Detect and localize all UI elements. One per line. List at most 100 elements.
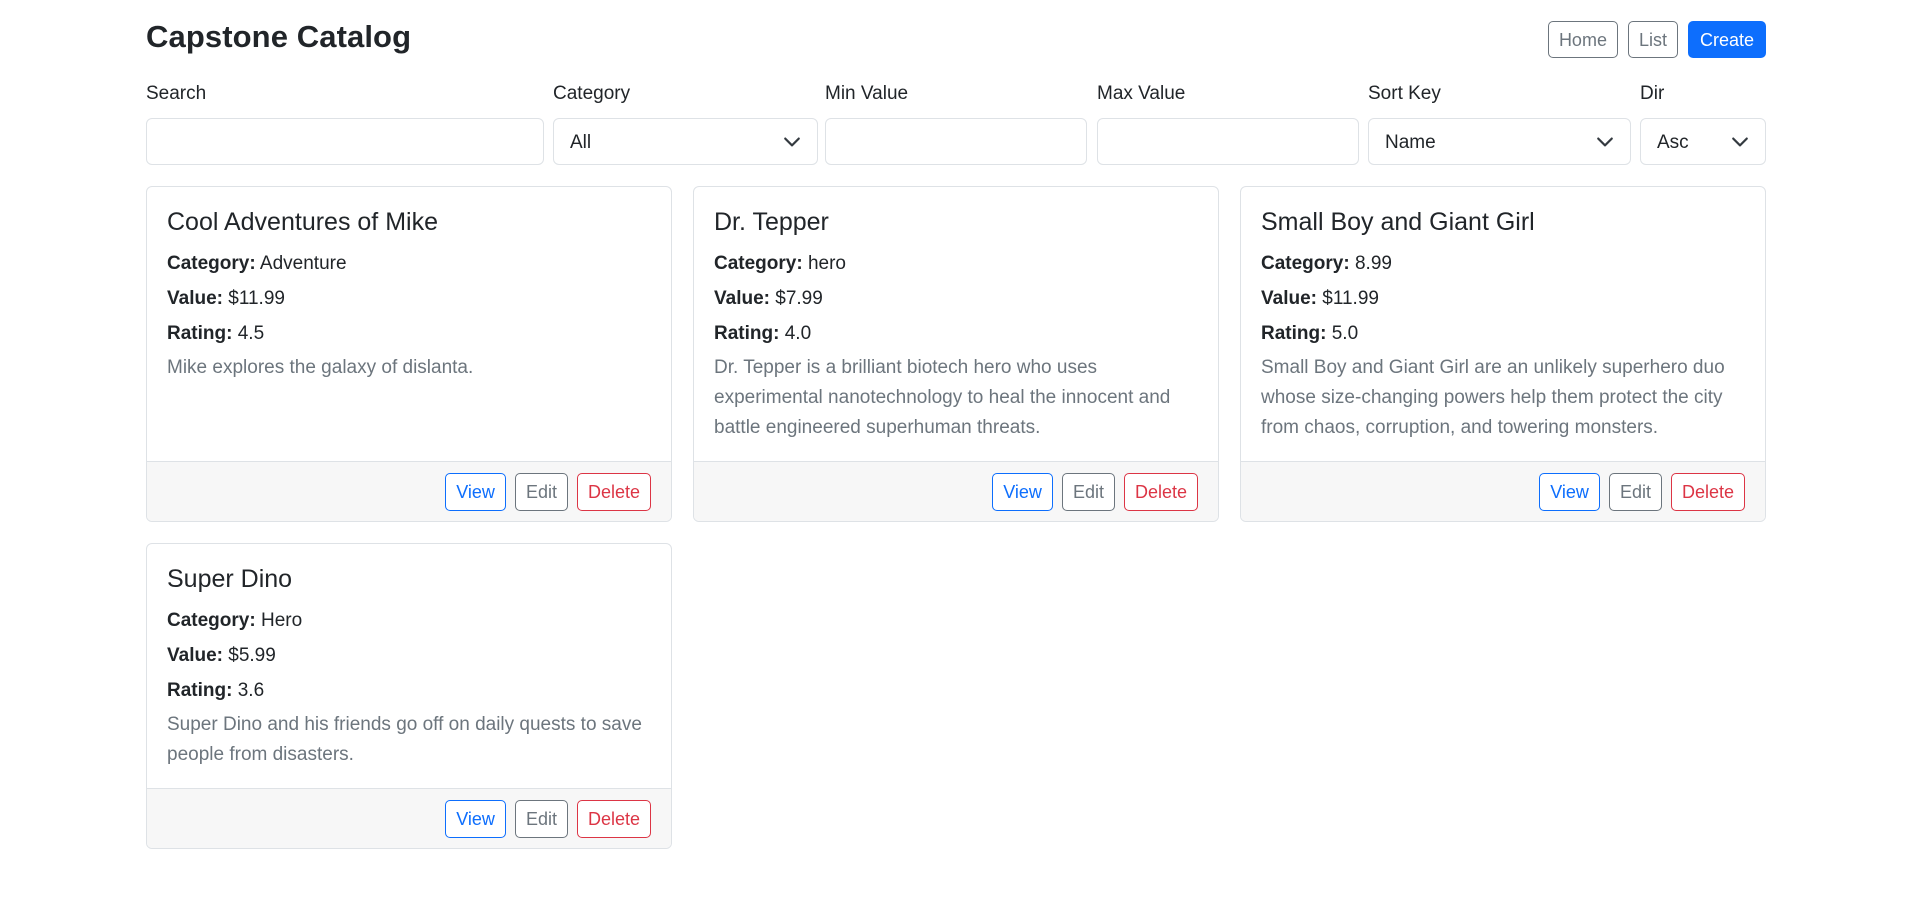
card-rating: Rating: 4.5 [167, 316, 651, 351]
price-value: $11.99 [1322, 288, 1379, 309]
sort-key-field: Sort Key Name [1368, 82, 1631, 165]
category-label: Category [553, 83, 631, 104]
edit-button[interactable]: Edit [514, 800, 568, 838]
card-title: Cool Adventures of Mike [167, 208, 438, 236]
category-value: hero [807, 253, 846, 274]
category-field: Category All [553, 82, 818, 165]
category-select[interactable]: All [553, 118, 818, 165]
card-title: Super Dino [167, 565, 293, 593]
price-value: $5.99 [228, 645, 276, 666]
card-actions: View Edit Delete [445, 473, 651, 511]
view-button[interactable]: View [445, 800, 506, 838]
card-rating: Rating: 4.0 [714, 316, 1198, 351]
rating-field-label: Rating: [1261, 323, 1327, 344]
card-actions: View Edit Delete [1539, 473, 1745, 511]
search-field: Search [146, 82, 544, 165]
dir-selected-value: Asc [1657, 132, 1689, 153]
value-field-label: Value: [1261, 288, 1317, 309]
min-value-label: Min Value [825, 83, 909, 104]
edit-button[interactable]: Edit [1608, 473, 1662, 511]
max-value-box [1097, 118, 1359, 165]
delete-button[interactable]: Delete [576, 473, 651, 511]
card-title: Small Boy and Giant Girl [1261, 208, 1535, 236]
filter-bar: Search Category All Min Value Max Value [146, 82, 1766, 172]
chevron-down-icon [1597, 137, 1613, 147]
card-category: Category: Adventure [167, 246, 651, 281]
category-value: 8.99 [1354, 253, 1392, 274]
category-selected-value: All [570, 132, 592, 153]
card-rating: Rating: 3.6 [167, 673, 651, 708]
view-button[interactable]: View [1539, 473, 1600, 511]
view-button[interactable]: View [992, 473, 1053, 511]
page-container: Capstone Catalog Home List Create Search… [146, 0, 1766, 849]
sort-key-label: Sort Key [1368, 83, 1441, 104]
delete-button[interactable]: Delete [1123, 473, 1198, 511]
page-title: Capstone Catalog [146, 19, 412, 54]
max-value-label: Max Value [1097, 83, 1186, 104]
card-body: Small Boy and Giant Girl Category: 8.99 … [1241, 187, 1765, 443]
card-actions: View Edit Delete [445, 800, 651, 838]
edit-button[interactable]: Edit [1061, 473, 1115, 511]
delete-button[interactable]: Delete [1670, 473, 1745, 511]
sort-key-selected-value: Name [1385, 132, 1436, 153]
search-label: Search [146, 83, 207, 104]
value-field-label: Value: [167, 288, 223, 309]
card-footer: View Edit Delete [147, 788, 671, 848]
card-value: Value: $7.99 [714, 281, 1198, 316]
card-body: Dr. Tepper Category: hero Value: $7.99 R… [694, 187, 1218, 443]
card-footer: View Edit Delete [1241, 461, 1765, 521]
category-value: Hero [260, 610, 303, 631]
delete-button[interactable]: Delete [576, 800, 651, 838]
chevron-down-icon [784, 137, 800, 147]
item-card: Super Dino Category: Hero Value: $5.99 R… [146, 543, 672, 849]
max-value-input[interactable] [1098, 119, 1358, 164]
card-body: Cool Adventures of Mike Category: Advent… [147, 187, 671, 383]
category-field-label: Category: [1261, 253, 1350, 274]
item-card: Dr. Tepper Category: hero Value: $7.99 R… [693, 186, 1219, 522]
price-value: $7.99 [775, 288, 823, 309]
card-body: Super Dino Category: Hero Value: $5.99 R… [147, 544, 671, 770]
rating-field-label: Rating: [714, 323, 780, 344]
card-value: Value: $11.99 [167, 281, 651, 316]
create-button[interactable]: Create [1687, 21, 1766, 58]
category-value: Adventure [259, 253, 347, 274]
card-footer: View Edit Delete [694, 461, 1218, 521]
value-field-label: Value: [714, 288, 770, 309]
chevron-down-icon [1732, 137, 1748, 147]
dir-label: Dir [1640, 83, 1665, 104]
card-description: Small Boy and Giant Girl are an unlikely… [1261, 357, 1725, 438]
rating-value: 5.0 [1331, 323, 1359, 344]
sort-key-select[interactable]: Name [1368, 118, 1631, 165]
category-field-label: Category: [167, 610, 256, 631]
search-input[interactable] [147, 119, 543, 164]
min-value-box [825, 118, 1087, 165]
rating-field-label: Rating: [167, 323, 233, 344]
card-title: Dr. Tepper [714, 208, 829, 236]
dir-select[interactable]: Asc [1640, 118, 1766, 165]
list-button[interactable]: List [1627, 21, 1678, 58]
home-button[interactable]: Home [1547, 21, 1618, 58]
card-category: Category: hero [714, 246, 1198, 281]
value-field-label: Value: [167, 645, 223, 666]
rating-value: 4.0 [784, 323, 812, 344]
card-description: Mike explores the galaxy of dislanta. [167, 357, 474, 378]
rating-field-label: Rating: [167, 680, 233, 701]
card-description: Super Dino and his friends go off on dai… [167, 714, 642, 765]
card-footer: View Edit Delete [147, 461, 671, 521]
card-value: Value: $5.99 [167, 638, 651, 673]
min-value-field: Min Value [825, 82, 1087, 165]
card-category: Category: Hero [167, 603, 651, 638]
category-field-label: Category: [167, 253, 256, 274]
card-value: Value: $11.99 [1261, 281, 1745, 316]
rating-value: 3.6 [237, 680, 265, 701]
edit-button[interactable]: Edit [514, 473, 568, 511]
category-field-label: Category: [714, 253, 803, 274]
rating-value: 4.5 [237, 323, 265, 344]
card-rating: Rating: 5.0 [1261, 316, 1745, 351]
card-description: Dr. Tepper is a brilliant biotech hero w… [714, 357, 1171, 438]
dir-field: Dir Asc [1640, 82, 1766, 165]
card-category: Category: 8.99 [1261, 246, 1745, 281]
min-value-input[interactable] [826, 119, 1086, 164]
view-button[interactable]: View [445, 473, 506, 511]
max-value-field: Max Value [1097, 82, 1359, 165]
